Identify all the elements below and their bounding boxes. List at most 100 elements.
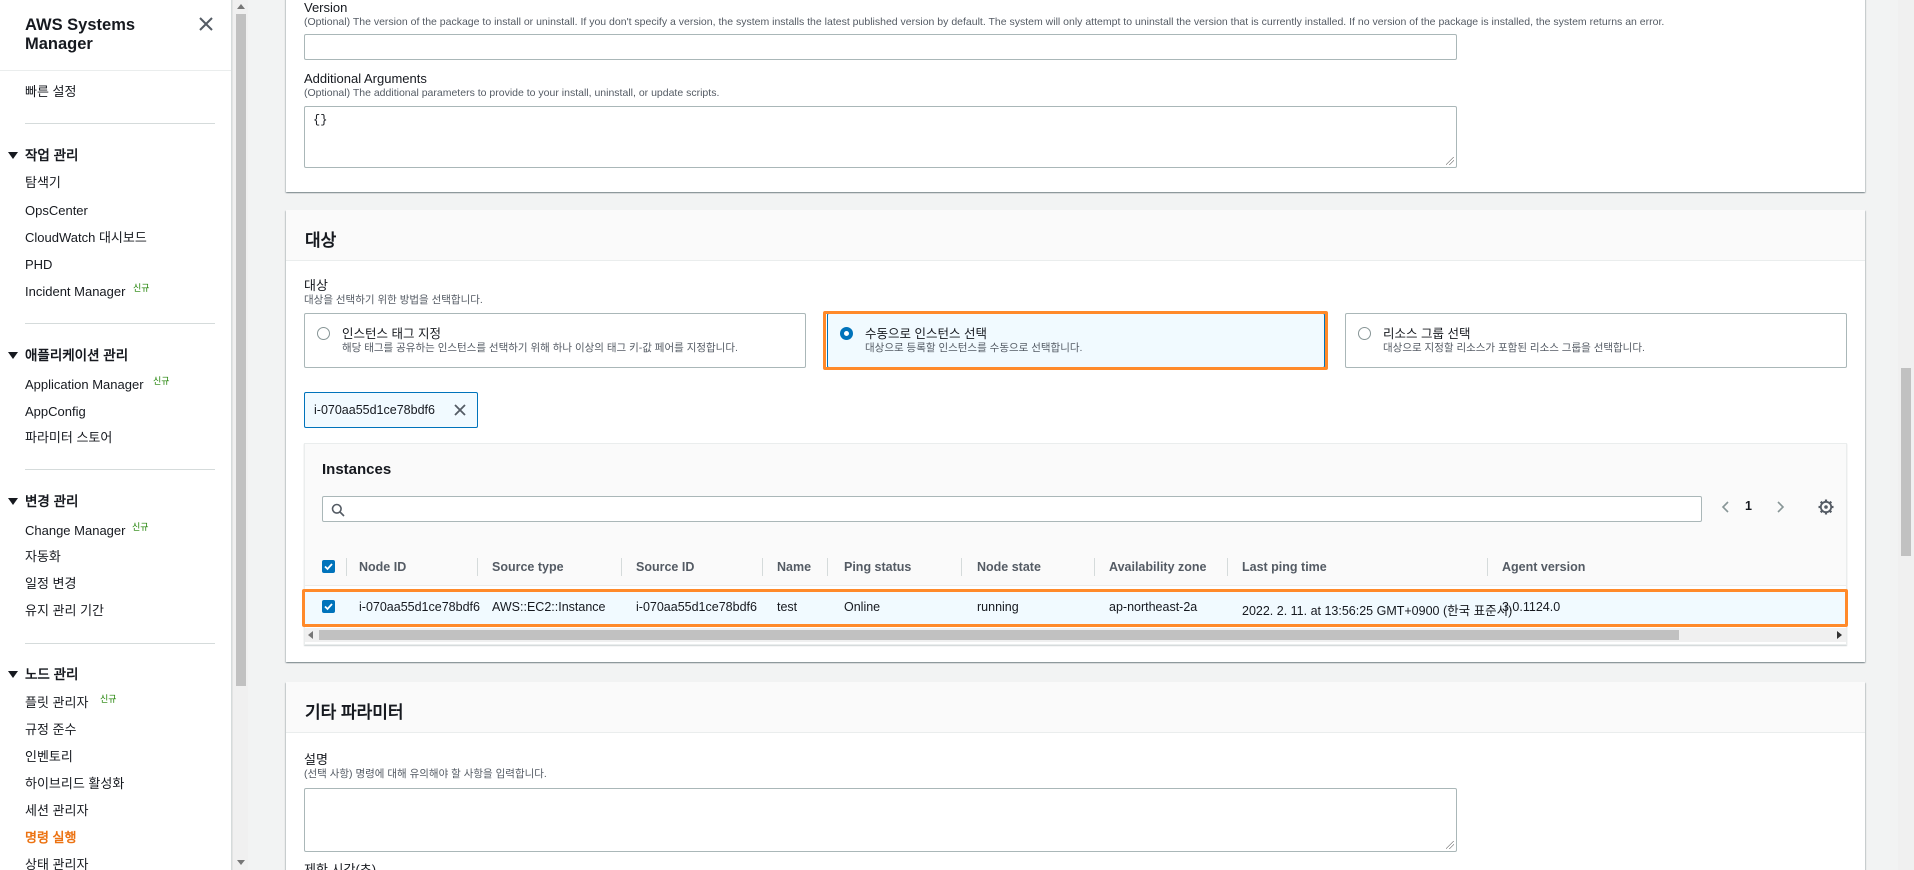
other-parameters-header: 기타 파라미터 — [286, 682, 1865, 733]
sidebar-item-change-calendar[interactable]: 일정 변경 — [25, 576, 76, 592]
row-checkbox[interactable] — [322, 600, 335, 613]
table-horizontal-scrollbar[interactable] — [305, 628, 1846, 642]
instances-table-container: Instances 1 Node ID Source type Source I… — [304, 443, 1847, 645]
cell-name: test — [777, 600, 798, 614]
column-separator — [621, 558, 622, 576]
sidebar-item-maintenance-windows[interactable]: 유지 관리 기간 — [25, 603, 104, 619]
target-option-description: 대상으로 등록할 인스턴스를 수동으로 선택합니다. — [865, 342, 1083, 354]
sidebar-item-quick-setup[interactable]: 빠른 설정 — [25, 84, 76, 100]
sidebar-item-automation[interactable]: 자동화 — [25, 549, 61, 565]
page-scrollbar[interactable] — [1898, 0, 1914, 870]
selected-instance-token: i-070aa55d1ce78bdf6 — [304, 392, 478, 428]
comment-description: (선택 사항) 명령에 대해 유의해야 할 사항을 입력합니다. — [304, 768, 547, 780]
column-separator — [827, 558, 828, 576]
cell-node-id: i-070aa55d1ce78bdf6 — [359, 600, 480, 614]
sidebar-section-application[interactable]: 애플리케이션 관리 — [8, 348, 128, 364]
sidebar-item-explorer[interactable]: 탐색기 — [25, 175, 61, 191]
comment-textarea[interactable] — [304, 788, 1457, 852]
cell-source-type: AWS::EC2::Instance — [492, 600, 606, 614]
previous-page-icon[interactable] — [1719, 500, 1733, 514]
sidebar-item-run-command[interactable]: 명령 실행 — [25, 830, 76, 846]
sidebar-scrollbar[interactable] — [232, 0, 248, 870]
sidebar: AWS Systems Manager 빠른 설정 작업 관리 탐색기 OpsC… — [0, 0, 232, 870]
scrollbar-thumb[interactable] — [1901, 368, 1911, 556]
column-header-agent-version[interactable]: Agent version — [1502, 560, 1585, 574]
scroll-right-arrow[interactable] — [1837, 631, 1842, 639]
additional-arguments-textarea[interactable]: {} — [304, 106, 1457, 168]
resize-handle[interactable] — [1446, 841, 1454, 849]
scrollbar-thumb[interactable] — [319, 630, 1679, 640]
sidebar-item-application-manager[interactable]: Application Manager — [25, 377, 144, 393]
sidebar-item-parameter-store[interactable]: 파라미터 스토어 — [25, 430, 112, 446]
remove-token-icon[interactable] — [452, 402, 468, 418]
sidebar-title[interactable]: AWS Systems Manager — [25, 16, 205, 54]
sidebar-item-fleet-manager[interactable]: 플릿 관리자 — [25, 695, 88, 711]
caret-down-icon — [8, 671, 18, 678]
timeout-label: 제한 시간(초) — [304, 862, 377, 870]
scroll-up-arrow[interactable] — [237, 4, 245, 9]
target-option-manual[interactable]: 수동으로 인스턴스 선택 대상으로 등록할 인스턴스를 수동으로 선택합니다. — [827, 313, 1325, 368]
cell-agent-version: 3.0.1124.0 — [1502, 600, 1561, 614]
new-badge: 신규 — [133, 283, 150, 293]
close-icon[interactable] — [196, 14, 216, 34]
column-header-last-ping-time[interactable]: Last ping time — [1242, 560, 1327, 574]
cell-source-id: i-070aa55d1ce78bdf6 — [636, 600, 757, 614]
cell-node-state: running — [977, 600, 1019, 614]
column-header-source-id[interactable]: Source ID — [636, 560, 694, 574]
sidebar-item-hybrid-activations[interactable]: 하이브리드 활성화 — [25, 776, 124, 792]
sidebar-section-change[interactable]: 변경 관리 — [8, 494, 78, 510]
cell-availability-zone: ap-northeast-2a — [1109, 600, 1198, 614]
instances-search-input[interactable] — [322, 496, 1702, 522]
scroll-left-arrow[interactable] — [308, 631, 313, 639]
targets-panel-header: 대상 — [286, 210, 1865, 261]
comment-label: 설명 — [304, 752, 328, 767]
sidebar-item-cloudwatch-dashboard[interactable]: CloudWatch 대시보드 — [25, 230, 147, 246]
current-page-number[interactable]: 1 — [1745, 499, 1752, 513]
caret-down-icon — [8, 152, 18, 159]
sidebar-item-inventory[interactable]: 인벤토리 — [25, 749, 73, 765]
sidebar-item-opscenter[interactable]: OpsCenter — [25, 203, 88, 219]
column-header-ping-status[interactable]: Ping status — [844, 560, 911, 574]
gear-icon[interactable] — [1817, 498, 1835, 516]
column-separator — [1227, 558, 1228, 576]
radio-button[interactable] — [317, 327, 330, 340]
next-page-icon[interactable] — [1773, 500, 1787, 514]
sidebar-item-compliance[interactable]: 규정 준수 — [25, 722, 76, 738]
column-separator — [477, 558, 478, 576]
column-header-node-id[interactable]: Node ID — [359, 560, 406, 574]
parameters-panel: Version (Optional) The version of the pa… — [286, 0, 1865, 192]
new-badge: 신규 — [100, 694, 117, 704]
scrollbar-thumb[interactable] — [236, 14, 246, 686]
sidebar-item-change-manager[interactable]: Change Manager — [25, 523, 125, 539]
scroll-down-arrow[interactable] — [237, 860, 245, 865]
column-separator — [961, 558, 962, 576]
version-label: Version — [304, 0, 348, 15]
sidebar-section-operations[interactable]: 작업 관리 — [8, 148, 78, 164]
sidebar-item-appconfig[interactable]: AppConfig — [25, 404, 86, 420]
resize-handle[interactable] — [1446, 157, 1454, 165]
column-header-name[interactable]: Name — [777, 560, 811, 574]
sidebar-section-node[interactable]: 노드 관리 — [8, 667, 78, 683]
target-option-tags[interactable]: 인스턴스 태그 지정 해당 태그를 공유하는 인스턴스를 선택하기 위해 하나 … — [304, 313, 806, 368]
target-option-resource-group[interactable]: 리소스 그룹 선택 대상으로 지정할 리소스가 포함된 리소스 그룹을 선택합니… — [1345, 313, 1847, 368]
targets-panel-title: 대상 — [305, 231, 337, 250]
column-separator — [762, 558, 763, 576]
column-header-node-state[interactable]: Node state — [977, 560, 1041, 574]
version-input[interactable] — [304, 34, 1457, 60]
table-row[interactable]: i-070aa55d1ce78bdf6 AWS::EC2::Instance i… — [305, 590, 1846, 624]
column-header-source-type[interactable]: Source type — [492, 560, 564, 574]
sidebar-item-state-manager[interactable]: 상태 관리자 — [25, 857, 88, 870]
radio-button[interactable] — [1358, 327, 1371, 340]
target-option-description: 해당 태그를 공유하는 인스턴스를 선택하기 위해 하나 이상의 태그 키-값 … — [342, 342, 738, 354]
new-badge: 신규 — [132, 522, 149, 532]
sidebar-item-phd[interactable]: PHD — [25, 257, 52, 273]
caret-down-icon — [8, 498, 18, 505]
instances-title: Instances — [322, 461, 392, 478]
select-all-checkbox[interactable] — [322, 560, 335, 573]
other-parameters-panel: 기타 파라미터 설명 (선택 사항) 명령에 대해 유의해야 할 사항을 입력합… — [286, 682, 1865, 870]
sidebar-item-incident-manager[interactable]: Incident Manager — [25, 284, 125, 300]
sidebar-item-session-manager[interactable]: 세션 관리자 — [25, 803, 88, 819]
radio-button[interactable] — [840, 327, 853, 340]
column-header-availability-zone[interactable]: Availability zone — [1109, 560, 1206, 574]
table-header: Node ID Source type Source ID Name Ping … — [305, 548, 1846, 586]
